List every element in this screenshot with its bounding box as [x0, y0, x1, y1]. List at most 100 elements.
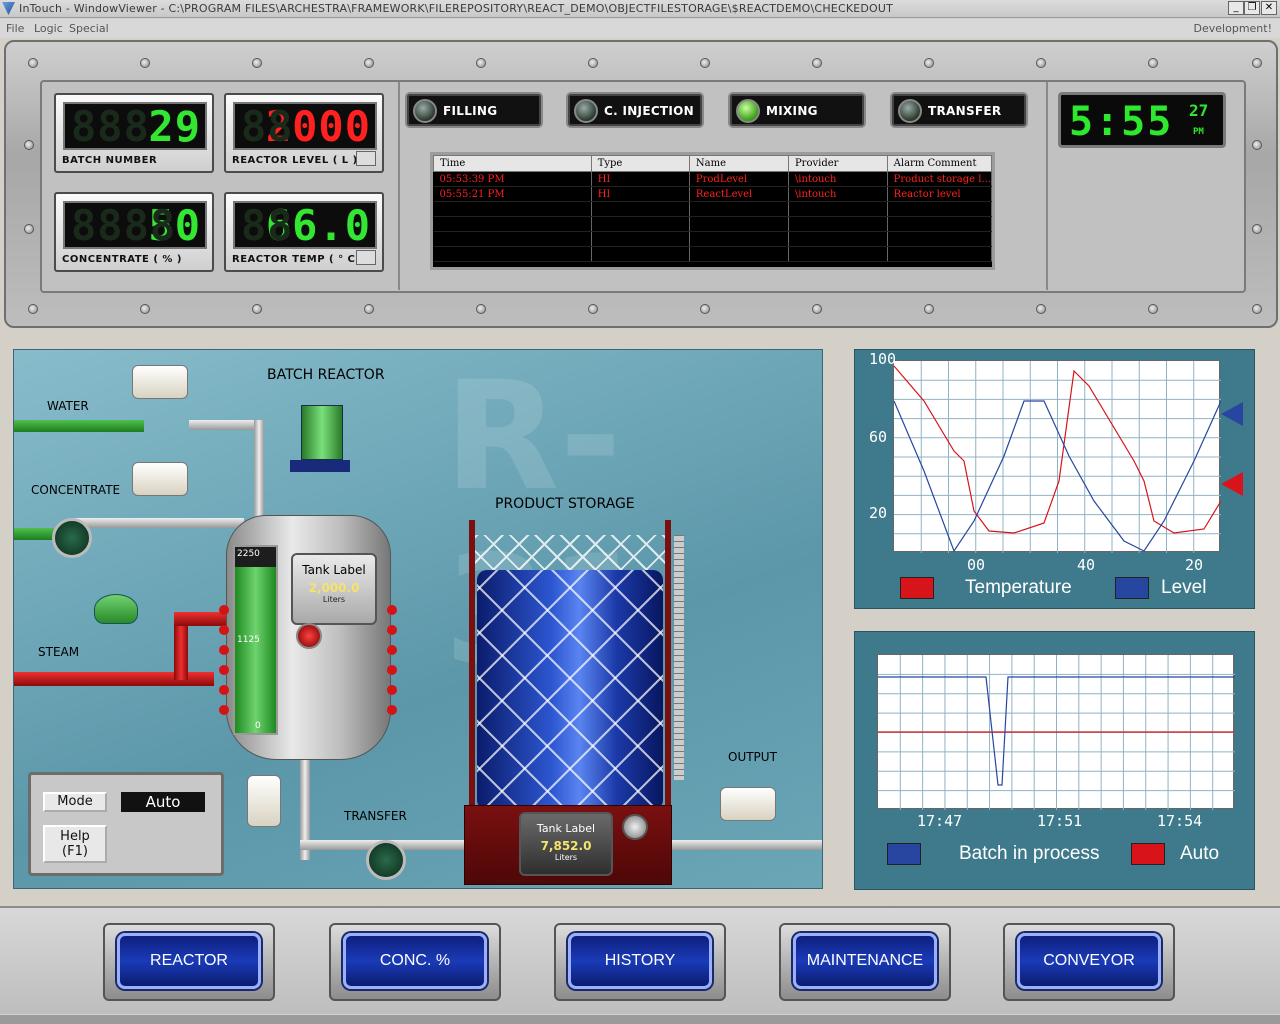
status-label: MIXING — [766, 104, 818, 118]
reactor-level-display: 88 2000 — [233, 102, 377, 150]
level-legend-swatch — [1115, 577, 1149, 599]
storage-level-scale — [674, 535, 684, 780]
help-button[interactable]: Help (F1) — [43, 825, 107, 863]
alarm-table[interactable]: Time Type Name Provider Alarm Comment 05… — [430, 152, 995, 270]
reactor-tank-title: Tank Label — [302, 563, 366, 577]
alarm-type: HI — [591, 186, 690, 202]
table-row[interactable]: 05:53:39 PM HI ProdLevel \intouch Produc… — [433, 171, 993, 187]
storage-tank-value: 7,852.0 — [540, 839, 592, 853]
water-pipe-down — [254, 420, 264, 520]
minimize-button[interactable]: _ — [1228, 1, 1244, 15]
x-tick: 20 — [1185, 556, 1204, 574]
screw-icon — [1252, 304, 1262, 314]
reactor-temp-label: REACTOR TEMP ( ° C ) — [232, 254, 365, 265]
nav-maintenance-button[interactable]: MAINTENANCE — [779, 923, 951, 1001]
menu-file[interactable]: File — [6, 22, 24, 35]
menu-bar: File Logic Special Development! — [0, 19, 1280, 38]
col-time[interactable]: Time — [433, 155, 592, 172]
screw-icon — [588, 58, 598, 68]
auto-legend-label: Auto — [1180, 843, 1220, 864]
col-provider[interactable]: Provider — [787, 155, 888, 172]
help-label: Help — [60, 829, 90, 844]
batch-in-process-legend-swatch — [887, 843, 921, 865]
alarm-time: 05:53:39 PM — [433, 171, 592, 187]
restore-button[interactable]: ❐ — [1244, 1, 1260, 15]
nav-history-button[interactable]: HISTORY — [554, 923, 726, 1001]
level-legend-label: Level — [1161, 577, 1207, 598]
col-type[interactable]: Type — [590, 155, 690, 172]
menu-logic[interactable]: Logic — [34, 22, 63, 35]
screw-icon — [476, 58, 486, 68]
menu-development[interactable]: Development! — [1194, 22, 1272, 35]
water-pipe-steel — [189, 420, 264, 430]
screw-icon — [1252, 224, 1262, 234]
temperature-legend-label: Temperature — [965, 577, 1072, 598]
alarm-name: ProdLevel — [689, 171, 789, 187]
output-label: OUTPUT — [728, 750, 777, 764]
reactor-temp-alarm-bell-icon[interactable] — [356, 250, 376, 265]
table-row — [433, 201, 993, 217]
intouch-window: InTouch - WindowViewer - C:\PROGRAM FILE… — [0, 0, 1280, 1024]
screw-icon — [924, 58, 934, 68]
screw-icon — [28, 304, 38, 314]
navigation-bar: REACTOR CONC. % HISTORY MAINTENANCE CONV… — [0, 906, 1280, 1014]
concentrate-pipe-steel — [74, 518, 244, 528]
x-tick: 17:54 — [1157, 812, 1203, 830]
batch-number-label: BATCH NUMBER — [62, 155, 158, 166]
transfer-valve[interactable] — [247, 775, 281, 827]
status-transfer[interactable]: TRANSFER — [890, 92, 1028, 128]
batch-process-trend[interactable]: 17:47 17:51 17:54 Batch in process Auto — [854, 631, 1255, 890]
menu-special[interactable]: Special — [69, 22, 109, 35]
col-alarm-comment[interactable]: Alarm Comment — [886, 155, 993, 172]
screw-icon — [700, 58, 710, 68]
mixer-motor-icon[interactable] — [301, 405, 343, 460]
level-pointer-icon[interactable] — [1221, 402, 1243, 426]
screw-icon — [24, 224, 34, 234]
status-mixing[interactable]: MIXING — [728, 92, 866, 128]
alarm-provider: \intouch — [788, 171, 888, 187]
nav-reactor-button[interactable]: REACTOR — [103, 923, 275, 1001]
reactor-scale-max: 2250 — [237, 549, 260, 559]
output-pipe — [664, 840, 822, 850]
close-button[interactable]: ✕ — [1261, 1, 1277, 15]
screw-icon — [252, 304, 262, 314]
steam-control-valve[interactable] — [94, 594, 138, 624]
nav-conc-label: CONC. % — [343, 933, 487, 989]
storage-tank-body — [477, 570, 663, 810]
bottom-bar — [0, 1015, 1280, 1024]
table-row — [433, 246, 993, 262]
storage-alarm-light-icon[interactable] — [622, 814, 648, 840]
status-label: FILLING — [443, 104, 498, 118]
table-row[interactable]: 05:55:21 PM HI ReactLevel \intouch React… — [433, 186, 993, 202]
alarm-header-row: Time Type Name Provider Alarm Comment — [433, 155, 993, 172]
reactor-temp-meter: 88 66.0 REACTOR TEMP ( ° C ) — [224, 192, 384, 272]
reactor-level-alarm-bell-icon[interactable] — [356, 151, 376, 166]
x-tick: 17:47 — [917, 812, 963, 830]
concentrate-valve[interactable] — [132, 462, 188, 496]
concentrate-pump-icon[interactable] — [52, 518, 92, 558]
col-name[interactable]: Name — [688, 155, 789, 172]
transfer-pump-icon[interactable] — [366, 840, 406, 880]
trend2-plot — [877, 654, 1235, 810]
water-valve[interactable] — [132, 365, 188, 399]
trend2-svg — [878, 655, 1235, 810]
output-valve[interactable] — [720, 787, 776, 821]
clock-hours-minutes: 5:55 — [1069, 99, 1174, 145]
nav-conveyor-button[interactable]: CONVEYOR — [1003, 923, 1175, 1001]
status-lamp-icon — [736, 99, 760, 123]
screw-icon — [812, 58, 822, 68]
nav-conc-button[interactable]: CONC. % — [329, 923, 501, 1001]
screw-icon — [1036, 58, 1046, 68]
digital-clock: 5:55 27 PM — [1058, 92, 1226, 148]
status-filling[interactable]: FILLING — [405, 92, 543, 128]
status-lamp-icon — [574, 99, 598, 123]
status-c-injection[interactable]: C. INJECTION — [566, 92, 704, 128]
status-lamp-icon — [898, 99, 922, 123]
temperature-pointer-icon[interactable] — [1221, 472, 1243, 496]
temperature-level-trend[interactable]: 100 60 20 00 40 20 Temperature Level — [854, 349, 1255, 609]
mode-button[interactable]: Mode — [43, 792, 107, 812]
reactor-alarm-light-icon[interactable] — [296, 623, 322, 649]
trend1-svg — [894, 361, 1221, 553]
reactor-scale-min: 0 — [255, 721, 261, 731]
reactor-level-gauge: 2250 1125 0 — [233, 545, 278, 735]
